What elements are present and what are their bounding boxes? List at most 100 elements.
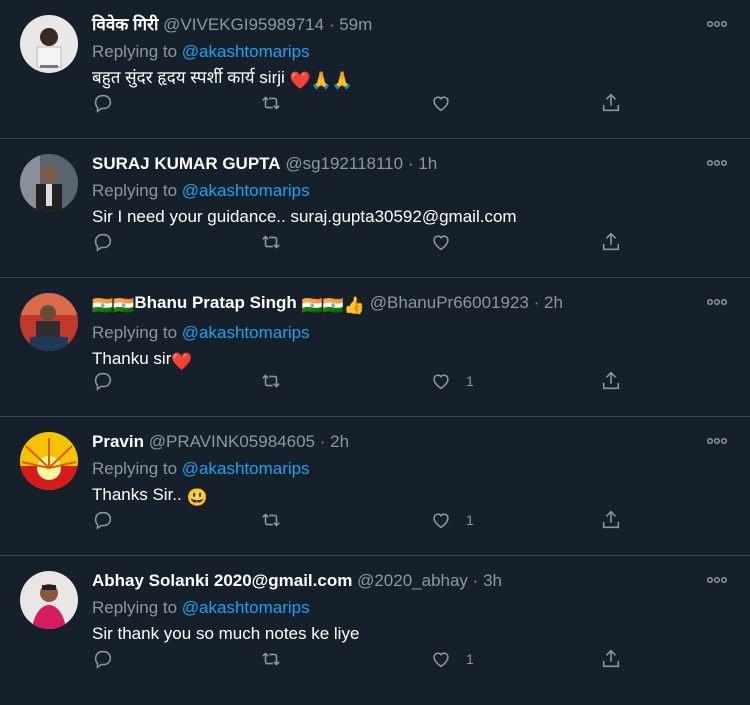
smiley-emoji: 😃 xyxy=(186,488,208,507)
like-button[interactable]: 1 xyxy=(430,509,474,533)
timestamp[interactable]: 2h xyxy=(544,293,563,312)
tweet-body: Sir I need your guidance.. suraj.gupta30… xyxy=(92,207,517,226)
mention-link[interactable]: @akashtomarips xyxy=(182,598,310,617)
tweet-text: बहुत सुंदर हृदय स्पर्शी कार्य sirji ❤️🙏🙏 xyxy=(92,67,710,92)
reply-button[interactable] xyxy=(92,92,114,116)
author-name[interactable]: SURAJ KUMAR GUPTA xyxy=(92,154,281,173)
tweet-actions: 1 xyxy=(92,370,632,394)
author-handle[interactable]: @sg192118110 xyxy=(285,154,403,173)
heart-icon xyxy=(433,96,449,112)
author-handle[interactable]: @BhanuPr66001923 xyxy=(370,293,529,312)
mention-link[interactable]: @akashtomarips xyxy=(182,323,310,342)
retweet-button[interactable] xyxy=(260,92,282,116)
like-button[interactable]: 1 xyxy=(430,370,474,394)
share-button[interactable] xyxy=(600,231,622,255)
more-icon[interactable] xyxy=(706,18,728,30)
mention-link[interactable]: @akashtomarips xyxy=(182,459,310,478)
author-handle[interactable]: @2020_abhay xyxy=(357,571,468,590)
share-button[interactable] xyxy=(600,509,622,533)
tweet[interactable]: विवेक गिरी @VIVEKGI95989714 · 59m Replyi… xyxy=(0,0,750,139)
reply-icon xyxy=(94,650,112,669)
tweet-body: Sir thank you so much notes ke liye xyxy=(92,624,360,643)
replying-prefix: Replying to xyxy=(92,42,182,61)
replying-prefix: Replying to xyxy=(92,459,182,478)
folded-hands-emoji: 🙏 xyxy=(331,71,354,90)
reply-icon xyxy=(94,94,112,113)
avatar[interactable] xyxy=(20,15,78,73)
avatar[interactable] xyxy=(20,154,78,212)
india-flag-emoji: 🇮🇳 xyxy=(113,296,135,315)
avatar[interactable] xyxy=(20,432,78,490)
tweet[interactable]: SURAJ KUMAR GUPTA @sg192118110 · 1h Repl… xyxy=(0,139,750,278)
heart-icon xyxy=(433,374,449,390)
share-button[interactable] xyxy=(600,92,622,116)
timestamp[interactable]: 3h xyxy=(483,571,502,590)
author-name[interactable]: Bhanu Pratap Singh xyxy=(134,293,296,312)
like-count: 1 xyxy=(466,373,474,389)
timestamp[interactable]: 59m xyxy=(339,15,372,34)
timestamp[interactable]: 1h xyxy=(418,154,437,173)
tweet-body: Thanku sir xyxy=(92,349,172,368)
retweet-button[interactable] xyxy=(260,648,282,672)
replying-prefix: Replying to xyxy=(92,598,182,617)
author-name[interactable]: Abhay Solanki 2020@gmail.com xyxy=(92,571,352,590)
tweet[interactable]: Pravin @PRAVINK05984605 · 2h Replying to… xyxy=(0,417,750,556)
retweet-icon xyxy=(262,235,280,249)
reply-button[interactable] xyxy=(92,231,114,255)
more-icon[interactable] xyxy=(706,574,728,586)
reply-button[interactable] xyxy=(92,509,114,533)
tweet-body: बहुत सुंदर हृदय स्पर्शी कार्य sirji xyxy=(92,68,290,87)
thumbs-up-emoji: 👍 xyxy=(343,296,366,315)
tweet-text: Sir thank you so much notes ke liye xyxy=(92,623,710,645)
more-icon[interactable] xyxy=(706,157,728,169)
like-count: 1 xyxy=(466,512,474,528)
india-flag-emoji: 🇮🇳 xyxy=(322,296,344,315)
heart-emoji: ❤️ xyxy=(289,71,311,90)
share-button[interactable] xyxy=(600,648,622,672)
mention-link[interactable]: @akashtomarips xyxy=(182,42,310,61)
mention-link[interactable]: @akashtomarips xyxy=(182,181,310,200)
reply-icon xyxy=(94,372,112,391)
like-count: 1 xyxy=(466,651,474,667)
like-button[interactable]: 1 xyxy=(430,648,474,672)
heart-icon xyxy=(433,235,449,251)
replying-to: Replying to @akashtomarips xyxy=(92,458,710,480)
author-handle[interactable]: @PRAVINK05984605 xyxy=(149,432,315,451)
timestamp[interactable]: 2h xyxy=(330,432,349,451)
more-icon[interactable] xyxy=(706,435,728,447)
replying-to: Replying to @akashtomarips xyxy=(92,322,710,344)
tweet[interactable]: 🇮🇳🇮🇳Bhanu Pratap Singh 🇮🇳🇮🇳👍 @BhanuPr660… xyxy=(0,278,750,417)
separator-dot: · xyxy=(319,432,326,451)
retweet-button[interactable] xyxy=(260,370,282,394)
like-button[interactable] xyxy=(430,231,452,255)
tweet-actions: 1 xyxy=(92,509,632,533)
heart-icon xyxy=(433,513,449,529)
reply-feed: विवेक गिरी @VIVEKGI95989714 · 59m Replyi… xyxy=(0,0,750,701)
retweet-button[interactable] xyxy=(260,231,282,255)
share-icon xyxy=(602,510,620,529)
author-name[interactable]: Pravin xyxy=(92,432,144,451)
separator-dot: · xyxy=(533,293,540,312)
heart-icon xyxy=(433,652,449,668)
separator-dot: · xyxy=(407,154,414,173)
like-button[interactable] xyxy=(430,92,452,116)
tweet-text: Sir I need your guidance.. suraj.gupta30… xyxy=(92,206,710,228)
folded-hands-emoji: 🙏 xyxy=(310,71,332,90)
tweet-actions: 1 xyxy=(92,648,632,672)
author-handle[interactable]: @VIVEKGI95989714 xyxy=(163,15,324,34)
avatar[interactable] xyxy=(20,571,78,629)
india-flag-emoji: 🇮🇳 xyxy=(92,296,114,315)
separator-dot: · xyxy=(472,571,479,590)
separator-dot: · xyxy=(328,15,335,34)
share-icon xyxy=(602,371,620,390)
retweet-icon xyxy=(262,374,280,388)
reply-button[interactable] xyxy=(92,648,114,672)
reply-button[interactable] xyxy=(92,370,114,394)
replying-to: Replying to @akashtomarips xyxy=(92,41,710,63)
author-name[interactable]: विवेक गिरी xyxy=(92,15,158,34)
share-button[interactable] xyxy=(600,370,622,394)
retweet-button[interactable] xyxy=(260,509,282,533)
more-icon[interactable] xyxy=(706,296,728,308)
avatar[interactable] xyxy=(20,293,78,351)
tweet[interactable]: Abhay Solanki 2020@gmail.com @2020_abhay… xyxy=(0,556,750,701)
